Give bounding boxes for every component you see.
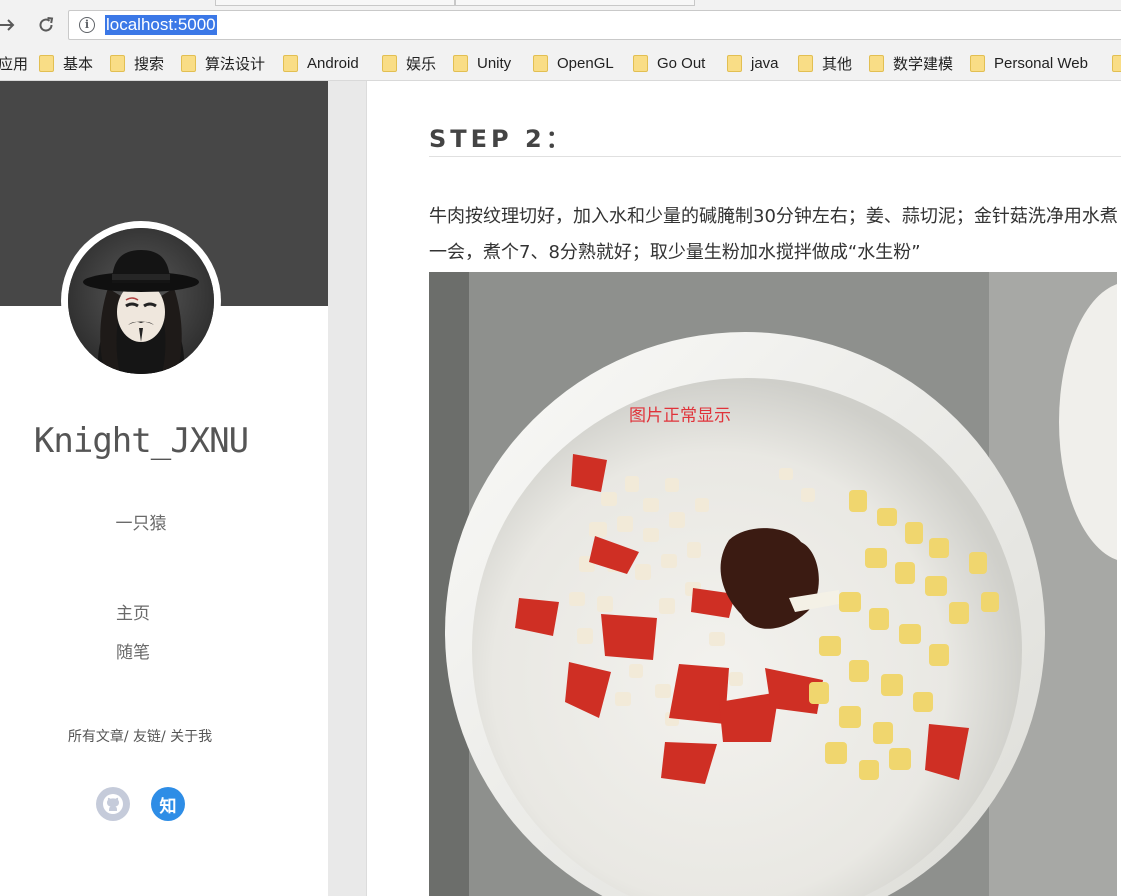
friends-link[interactable]: 友链 (133, 729, 161, 745)
about-link[interactable]: 关于我 (170, 729, 212, 745)
folder-icon (39, 54, 54, 72)
bookmark-label: 算法设计 (205, 55, 266, 73)
bookmark-folder[interactable]: Unity (453, 53, 511, 73)
bookmark-label: Android (307, 54, 359, 72)
footer-links: 所有文章/ 友链/ 关于我 (0, 726, 280, 746)
bookmark-folder[interactable]: 基本 (39, 53, 93, 73)
bookmark-folder[interactable]: Go Out (633, 53, 705, 73)
folder-icon (533, 54, 548, 72)
address-bar[interactable]: i localhost:5000 (68, 10, 1121, 40)
bookmark-folder[interactable]: 搜索 (110, 53, 164, 73)
folder-icon (283, 54, 298, 72)
zhihu-icon: 知 (159, 796, 177, 817)
browser-toolbar: i localhost:5000 (0, 6, 1121, 44)
reload-button[interactable] (31, 10, 61, 40)
avatar-image (68, 228, 214, 374)
avatar-frame (61, 221, 221, 381)
folder-icon (453, 54, 468, 72)
bookmark-label: java (751, 54, 779, 72)
bowl-of-aromatics-image (429, 272, 1117, 896)
folder-icon (727, 54, 742, 72)
folder-icon (633, 54, 648, 72)
folder-icon (798, 54, 813, 72)
site-tagline: 一只猿 (115, 514, 167, 534)
folder-icon (181, 54, 196, 72)
bookmark-label: Go Out (657, 54, 706, 72)
sidebar: Knight_JXNU 一只猿 主页 随笔 所有文章/ 友链/ 关于我 知 (0, 81, 328, 896)
image-caption: 图片正常显示 (629, 406, 731, 426)
site-name[interactable]: Knight_JXNU (0, 421, 282, 461)
bookmark-label: OpenGL (557, 54, 614, 72)
bookmark-label: Personal Web (994, 54, 1088, 72)
bookmarks-bar: 应用 基本 搜索 算法设计 Android 娱乐 Unity OpenGL Go… (0, 44, 1121, 81)
bookmark-folder[interactable]: OpenGL (533, 53, 614, 73)
github-icon (103, 794, 123, 814)
content-gutter (328, 81, 367, 896)
bookmark-label: Unity (477, 54, 512, 72)
github-button[interactable] (96, 787, 130, 821)
step-paragraph: 牛肉按纹理切好，加入水和少量的碱腌制30分钟左右；姜、蒜切泥；金针菇洗净用水煮一… (429, 206, 1118, 263)
forward-button[interactable] (0, 10, 22, 40)
reload-icon (39, 17, 54, 32)
bookmark-folder[interactable] (1112, 53, 1121, 73)
all-posts-link[interactable]: 所有文章 (68, 729, 124, 745)
link-separator: / (123, 729, 133, 745)
bookmark-label: 娱乐 (406, 55, 437, 73)
bookmark-folder[interactable]: Personal Web (970, 53, 1088, 73)
bookmark-folder[interactable]: Android (283, 53, 359, 73)
nav-essays-link[interactable]: 随笔 (0, 638, 266, 663)
bookmark-label: 应用 (0, 55, 29, 73)
avatar[interactable] (68, 228, 214, 374)
bookmark-label: 基本 (63, 55, 94, 73)
url-text[interactable]: localhost:5000 (105, 15, 217, 35)
bookmark-folder[interactable]: 娱乐 (382, 53, 436, 73)
bookmark-apps[interactable]: 应用 (0, 53, 28, 73)
bookmark-label: 数学建模 (893, 55, 954, 73)
bookmark-folder[interactable]: 其他 (798, 53, 852, 73)
arrow-right-icon (0, 19, 15, 31)
bookmark-folder[interactable]: java (727, 53, 779, 73)
folder-icon (1112, 54, 1121, 72)
bookmark-folder[interactable]: 数学建模 (869, 53, 953, 73)
bookmark-label: 搜索 (134, 55, 165, 73)
info-icon[interactable]: i (79, 17, 95, 33)
bookmark-folder[interactable]: 算法设计 (181, 53, 265, 73)
link-separator: / (161, 729, 171, 745)
bookmark-label: 其他 (822, 55, 853, 73)
nav-home-link[interactable]: 主页 (0, 599, 266, 624)
step-photo: 图片正常显示 (429, 272, 1117, 896)
zhihu-button[interactable]: 知 (151, 787, 185, 821)
folder-icon (970, 54, 985, 72)
folder-icon (382, 54, 397, 72)
heading-divider (429, 156, 1121, 157)
folder-icon (110, 54, 125, 72)
folder-icon (869, 54, 884, 72)
step-heading: STEP 2： (429, 125, 574, 153)
article-content: STEP 2： 牛肉按纹理切好，加入水和少量的碱腌制30分钟左右；姜、蒜切泥；金… (367, 81, 1121, 896)
